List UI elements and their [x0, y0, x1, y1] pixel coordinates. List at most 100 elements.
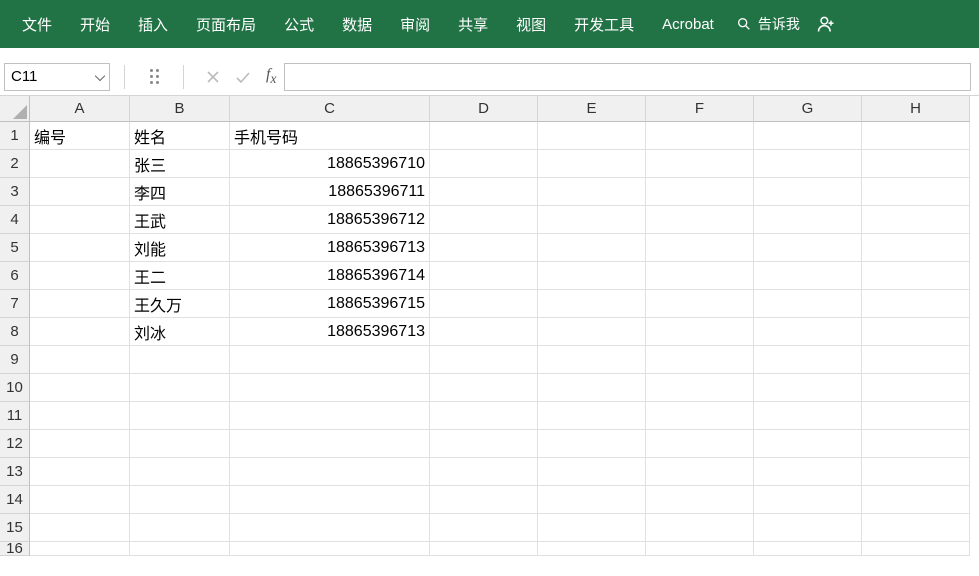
cell-E8[interactable] [538, 318, 646, 346]
cell-A4[interactable] [30, 206, 130, 234]
cell-H14[interactable] [862, 486, 970, 514]
cell-A7[interactable] [30, 290, 130, 318]
cell-G8[interactable] [754, 318, 862, 346]
col-header-H[interactable]: H [862, 96, 970, 122]
cell-F3[interactable] [646, 178, 754, 206]
cell-H16[interactable] [862, 542, 970, 556]
row-header-12[interactable]: 12 [0, 430, 30, 458]
col-header-F[interactable]: F [646, 96, 754, 122]
row-header-4[interactable]: 4 [0, 206, 30, 234]
cell-A11[interactable] [30, 402, 130, 430]
cell-B2[interactable]: 张三 [130, 150, 230, 178]
cell-D13[interactable] [430, 458, 538, 486]
cell-C11[interactable] [230, 402, 430, 430]
cell-D12[interactable] [430, 430, 538, 458]
cell-B6[interactable]: 王二 [130, 262, 230, 290]
tab-data[interactable]: 数据 [328, 0, 386, 48]
cell-F5[interactable] [646, 234, 754, 262]
cell-F14[interactable] [646, 486, 754, 514]
formula-input[interactable] [284, 63, 971, 91]
cell-B12[interactable] [130, 430, 230, 458]
cell-C8[interactable]: 18865396713 [230, 318, 430, 346]
cell-F9[interactable] [646, 346, 754, 374]
cell-F12[interactable] [646, 430, 754, 458]
cell-E10[interactable] [538, 374, 646, 402]
cell-F13[interactable] [646, 458, 754, 486]
row-header-13[interactable]: 13 [0, 458, 30, 486]
fx-button[interactable]: fx [258, 66, 284, 87]
cell-H15[interactable] [862, 514, 970, 542]
cell-F1[interactable] [646, 122, 754, 150]
cell-B13[interactable] [130, 458, 230, 486]
cell-C2[interactable]: 18865396710 [230, 150, 430, 178]
tab-insert[interactable]: 插入 [124, 0, 182, 48]
cell-B3[interactable]: 李四 [130, 178, 230, 206]
cell-G7[interactable] [754, 290, 862, 318]
cell-E3[interactable] [538, 178, 646, 206]
tab-review[interactable]: 审阅 [386, 0, 444, 48]
cell-G2[interactable] [754, 150, 862, 178]
cell-G9[interactable] [754, 346, 862, 374]
select-all-corner[interactable] [0, 96, 30, 122]
cell-F4[interactable] [646, 206, 754, 234]
cell-F6[interactable] [646, 262, 754, 290]
cell-E5[interactable] [538, 234, 646, 262]
cell-E7[interactable] [538, 290, 646, 318]
row-header-9[interactable]: 9 [0, 346, 30, 374]
cell-F10[interactable] [646, 374, 754, 402]
cell-A1[interactable]: 编号 [30, 122, 130, 150]
cell-E13[interactable] [538, 458, 646, 486]
row-header-1[interactable]: 1 [0, 122, 30, 150]
cell-A8[interactable] [30, 318, 130, 346]
cell-D4[interactable] [430, 206, 538, 234]
cell-B16[interactable] [130, 542, 230, 556]
cell-H11[interactable] [862, 402, 970, 430]
cell-D11[interactable] [430, 402, 538, 430]
row-header-10[interactable]: 10 [0, 374, 30, 402]
cell-A15[interactable] [30, 514, 130, 542]
cell-D6[interactable] [430, 262, 538, 290]
cell-F7[interactable] [646, 290, 754, 318]
cell-H6[interactable] [862, 262, 970, 290]
cell-F16[interactable] [646, 542, 754, 556]
col-header-E[interactable]: E [538, 96, 646, 122]
cell-E14[interactable] [538, 486, 646, 514]
row-header-11[interactable]: 11 [0, 402, 30, 430]
cell-B5[interactable]: 刘能 [130, 234, 230, 262]
cell-D16[interactable] [430, 542, 538, 556]
cell-E16[interactable] [538, 542, 646, 556]
cell-E12[interactable] [538, 430, 646, 458]
cell-A14[interactable] [30, 486, 130, 514]
cell-C1[interactable]: 手机号码 [230, 122, 430, 150]
tell-me-search[interactable]: 告诉我 [728, 14, 808, 34]
cell-C12[interactable] [230, 430, 430, 458]
cell-E15[interactable] [538, 514, 646, 542]
cell-G4[interactable] [754, 206, 862, 234]
cancel-button[interactable] [198, 63, 228, 91]
cell-H10[interactable] [862, 374, 970, 402]
cell-A9[interactable] [30, 346, 130, 374]
cell-B1[interactable]: 姓名 [130, 122, 230, 150]
cell-F8[interactable] [646, 318, 754, 346]
cell-H1[interactable] [862, 122, 970, 150]
cell-C13[interactable] [230, 458, 430, 486]
tab-formulas[interactable]: 公式 [270, 0, 328, 48]
cell-A6[interactable] [30, 262, 130, 290]
cell-G5[interactable] [754, 234, 862, 262]
col-header-C[interactable]: C [230, 96, 430, 122]
cell-D1[interactable] [430, 122, 538, 150]
cell-D9[interactable] [430, 346, 538, 374]
share-button[interactable] [808, 14, 844, 34]
cell-G11[interactable] [754, 402, 862, 430]
row-header-2[interactable]: 2 [0, 150, 30, 178]
cell-A3[interactable] [30, 178, 130, 206]
cell-A12[interactable] [30, 430, 130, 458]
cell-D5[interactable] [430, 234, 538, 262]
cell-E4[interactable] [538, 206, 646, 234]
cell-B4[interactable]: 王武 [130, 206, 230, 234]
cell-D14[interactable] [430, 486, 538, 514]
cell-H4[interactable] [862, 206, 970, 234]
cell-G3[interactable] [754, 178, 862, 206]
cell-G6[interactable] [754, 262, 862, 290]
cell-F2[interactable] [646, 150, 754, 178]
